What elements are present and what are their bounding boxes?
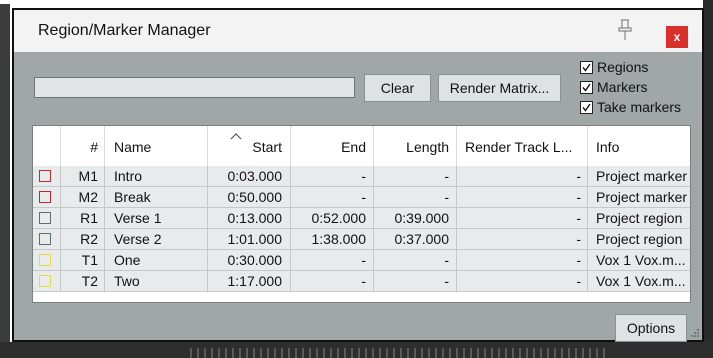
length-cell: - [374, 271, 457, 292]
info-cell: Vox 1 Vox.m... [588, 250, 690, 271]
pin-icon[interactable] [614, 18, 636, 42]
color-swatch-icon [39, 212, 51, 224]
start-cell: 0:50.000 [208, 187, 291, 208]
table-row[interactable]: M2 Break 0:50.000 - - - Project marker [33, 187, 690, 208]
number-cell: M2 [61, 187, 105, 208]
color-swatch-icon [39, 170, 51, 182]
window-title: Region/Marker Manager [38, 22, 211, 39]
table-row[interactable]: R2 Verse 2 1:01.000 1:38.000 0:37.000 - … [33, 229, 690, 250]
table-row[interactable]: T1 One 0:30.000 - - - Vox 1 Vox.m... [33, 250, 690, 271]
render-track-cell: - [457, 250, 588, 271]
name-cell: Verse 1 [105, 208, 208, 229]
color-swatch-icon [39, 254, 51, 266]
start-cell: 0:03.000 [208, 166, 291, 187]
search-input[interactable] [34, 77, 355, 98]
background-edge [703, 0, 713, 358]
column-header-length[interactable]: Length [374, 126, 457, 166]
checkbox-box[interactable] [580, 101, 593, 114]
table-row[interactable]: R1 Verse 1 0:13.000 0:52.000 0:39.000 - … [33, 208, 690, 229]
table-header: # Name Start End Length Render Track L..… [33, 126, 690, 166]
clear-button[interactable]: Clear [364, 74, 431, 102]
background-timeline-ticks [190, 348, 610, 358]
render-track-cell: - [457, 187, 588, 208]
length-cell: 0:37.000 [374, 229, 457, 250]
color-swatch-icon [39, 233, 51, 245]
end-cell: 1:38.000 [291, 229, 374, 250]
name-cell: One [105, 250, 208, 271]
length-cell: - [374, 250, 457, 271]
render-track-cell: - [457, 271, 588, 292]
number-cell: R1 [61, 208, 105, 229]
color-cell [33, 229, 61, 250]
column-header-number[interactable]: # [61, 126, 105, 166]
render-track-cell: - [457, 229, 588, 250]
region-marker-manager-window: Region/Marker Manager x Clear Render Mat… [12, 8, 704, 342]
start-cell: 0:30.000 [208, 250, 291, 271]
end-cell: - [291, 271, 374, 292]
end-cell: - [291, 250, 374, 271]
color-swatch-icon [39, 191, 51, 203]
column-header-name[interactable]: Name [105, 126, 208, 166]
name-cell: Two [105, 271, 208, 292]
start-cell: 1:01.000 [208, 229, 291, 250]
color-cell [33, 187, 61, 208]
info-cell: Project marker [588, 187, 690, 208]
take-markers-label: Take markers [597, 99, 682, 115]
regions-label: Regions [597, 59, 649, 75]
render-matrix-button[interactable]: Render Matrix... [438, 74, 561, 102]
info-cell: Project marker [588, 166, 690, 187]
column-header-render-track[interactable]: Render Track L... [457, 126, 588, 166]
markers-label: Markers [597, 79, 648, 95]
start-cell: 0:13.000 [208, 208, 291, 229]
end-cell: - [291, 187, 374, 208]
options-button[interactable]: Options [615, 314, 687, 342]
table-row[interactable]: M1 Intro 0:03.000 - - - Project marker [33, 166, 690, 187]
name-cell: Break [105, 187, 208, 208]
color-cell [33, 271, 61, 292]
sort-ascending-icon [230, 133, 242, 140]
color-cell [33, 208, 61, 229]
render-track-cell: - [457, 208, 588, 229]
resize-grip-icon[interactable] [690, 328, 700, 338]
title-bar[interactable]: Region/Marker Manager x [14, 10, 702, 52]
column-header-info[interactable]: Info [588, 126, 690, 166]
background-track-area [0, 4, 10, 358]
length-cell: 0:39.000 [374, 208, 457, 229]
marker-table: # Name Start End Length Render Track L..… [32, 125, 691, 303]
name-cell: Intro [105, 166, 208, 187]
render-track-cell: - [457, 166, 588, 187]
info-cell: Project region [588, 229, 690, 250]
checkbox-box[interactable] [580, 81, 593, 94]
end-cell: - [291, 166, 374, 187]
name-cell: Verse 2 [105, 229, 208, 250]
number-cell: M1 [61, 166, 105, 187]
end-cell: 0:52.000 [291, 208, 374, 229]
length-cell: - [374, 187, 457, 208]
number-cell: T2 [61, 271, 105, 292]
table-row[interactable]: T2 Two 1:17.000 - - - Vox 1 Vox.m... [33, 271, 690, 292]
info-cell: Project region [588, 208, 690, 229]
color-cell [33, 250, 61, 271]
column-header-end[interactable]: End [291, 126, 374, 166]
number-cell: T1 [61, 250, 105, 271]
length-cell: - [374, 166, 457, 187]
color-cell [33, 166, 61, 187]
column-header-color[interactable] [33, 126, 61, 166]
number-cell: R2 [61, 229, 105, 250]
start-cell: 1:17.000 [208, 271, 291, 292]
info-cell: Vox 1 Vox.m... [588, 271, 690, 292]
column-header-start[interactable]: Start [208, 126, 291, 166]
checkbox-box[interactable] [580, 61, 593, 74]
close-button[interactable]: x [666, 26, 688, 48]
color-swatch-icon [39, 275, 51, 287]
